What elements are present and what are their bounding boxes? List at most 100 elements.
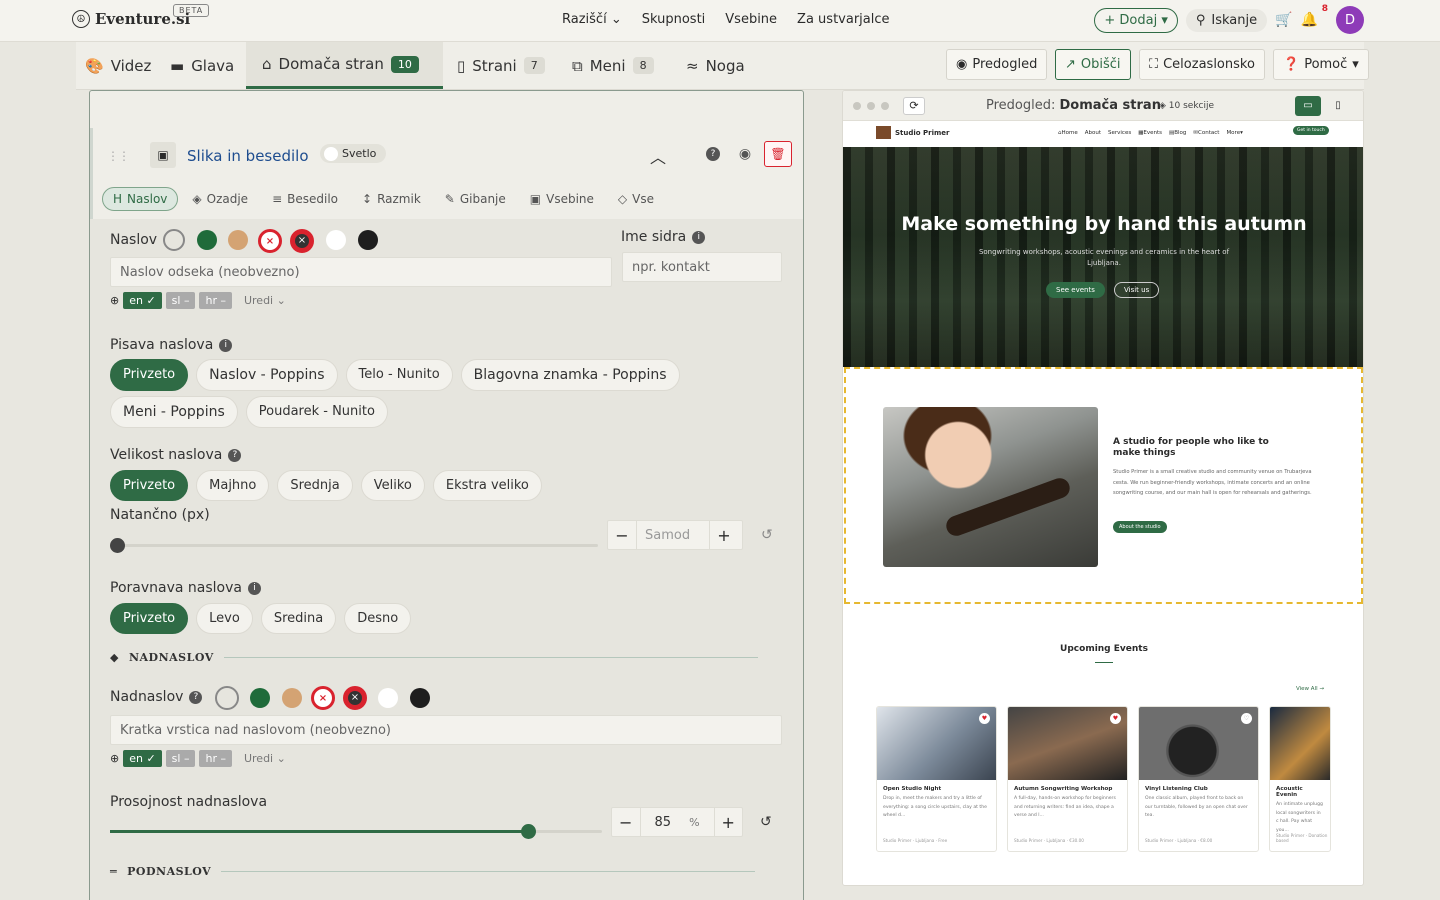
align-option[interactable]: Privzeto [110,603,189,634]
tab-appearance[interactable]: 🎨 Videz [85,42,151,89]
color-swatch-black[interactable] [358,230,378,250]
subtab-all[interactable]: ◇ Vse [608,187,664,211]
add-button[interactable]: + Dodaj ▾ [1094,7,1178,33]
size-option[interactable]: Majhno [196,470,270,501]
edit-translations[interactable]: Uredi ⌄ [244,752,286,765]
site-link[interactable]: More▾ [1226,130,1242,136]
font-option[interactable]: Blagovna znamka - Poppins [460,359,680,391]
align-option[interactable]: Desno [344,603,412,634]
color-swatch-green[interactable] [197,230,217,250]
site-link[interactable]: About [1085,130,1101,136]
color-swatch-tan[interactable] [282,688,302,708]
event-card[interactable]: ♥ Autumn Songwriting Workshop A full-day… [1007,706,1128,852]
font-option[interactable]: Telo - Nunito [345,359,453,391]
opacity-slider[interactable] [110,824,602,839]
color-swatch-white[interactable] [378,688,398,708]
see-events-button[interactable]: See events [1046,282,1105,298]
anchor-input[interactable]: npr. kontakt [622,252,782,282]
view-all-link[interactable]: View All → [1296,686,1324,692]
size-input[interactable]: Samod [636,521,710,549]
color-swatch-none[interactable]: × [258,229,282,253]
cta-button[interactable]: Get in touch [1293,126,1329,135]
color-swatch-green[interactable] [250,688,270,708]
tab-menu[interactable]: ⧉ Meni 8 [572,42,654,89]
event-card[interactable]: ♥ Open Studio Night Drop in, meet the ma… [876,706,997,852]
size-slider[interactable] [110,538,598,553]
site-logo[interactable]: Studio Primer [876,126,950,139]
lang-en[interactable]: en ✓ [123,750,162,767]
lang-en[interactable]: en ✓ [123,292,162,309]
help-icon[interactable]: ? [706,147,720,161]
size-option[interactable]: Privzeto [110,470,189,501]
event-card[interactable]: ♡ Vinyl Listening Club One classic album… [1138,706,1259,852]
visit-button[interactable]: ↗ Obišči [1055,49,1131,80]
subtab-motion[interactable]: ✎ Gibanje [435,187,516,211]
delete-button[interactable]: 🗑 [764,141,792,167]
font-option[interactable]: Privzeto [110,359,189,391]
site-link[interactable]: ▤Blog [1169,130,1186,136]
site-link[interactable]: Services [1108,130,1131,136]
selected-section[interactable]: A studio for people who like to make thi… [844,367,1363,604]
minus-button[interactable]: − [612,813,640,832]
visit-us-button[interactable]: Visit us [1114,282,1160,298]
heart-icon[interactable]: ♥ [1110,713,1121,724]
site-link[interactable]: ▦Events [1138,130,1162,136]
subtab-text[interactable]: ≡ Besedilo [262,187,348,211]
edit-translations[interactable]: Uredi ⌄ [244,294,286,307]
heart-icon[interactable]: ♥ [979,713,990,724]
slider-thumb[interactable] [110,538,125,553]
mobile-icon[interactable]: ▯ [1325,96,1351,116]
nav-creators[interactable]: Za ustvarjalce [797,12,889,27]
search-button[interactable]: ⚲ Iskanje [1185,8,1268,32]
slider-thumb[interactable] [521,824,537,839]
bell-icon[interactable]: 🔔 8 [1301,4,1328,28]
cart-icon[interactable]: 🛒 [1275,12,1292,28]
font-option[interactable]: Naslov - Poppins [196,359,338,391]
help-button[interactable]: ❓ Pomoč ▾ [1273,49,1369,80]
size-option[interactable]: Srednja [277,470,353,501]
subtab-content[interactable]: ▣ Vsebine [520,187,604,211]
font-option[interactable]: Poudarek - Nunito [245,396,388,428]
color-swatch-default[interactable] [163,229,185,251]
preview-button[interactable]: ◉ Predogled [946,49,1048,80]
about-studio-button[interactable]: About the studio [1113,521,1167,533]
nav-communities[interactable]: Skupnosti [642,12,706,27]
nav-content[interactable]: Vsebine [725,12,777,27]
site-link[interactable]: ✉Contact [1193,130,1219,136]
size-option[interactable]: Ekstra veliko [432,470,542,501]
align-option[interactable]: Levo [196,603,253,634]
color-swatch-default[interactable] [215,686,239,710]
collapse-chevron-icon[interactable]: ︿ [650,144,666,168]
site-link[interactable]: ⌂Home [1058,130,1078,136]
avatar[interactable]: D [1336,6,1364,34]
reset-icon[interactable]: ↺ [761,527,773,543]
drag-handle-icon[interactable]: ⋮⋮ [107,149,130,163]
lang-hr[interactable]: hr – [199,750,232,767]
subtab-heading[interactable]: H Naslov [102,187,179,211]
plus-button[interactable]: + [710,526,738,545]
font-option[interactable]: Meni - Poppins [110,396,238,428]
subtab-background[interactable]: ◈ Ozadje [182,187,258,211]
minus-button[interactable]: − [608,526,636,545]
lang-sl[interactable]: sl – [165,292,196,309]
size-option[interactable]: Veliko [360,470,425,501]
lang-hr[interactable]: hr – [199,292,232,309]
subtab-spacing[interactable]: ↕ Razmik [352,187,431,211]
overline-input[interactable]: Kratka vrstica nad naslovom (neobvezno) [110,715,782,745]
fullscreen-button[interactable]: ⛶ Celozaslonsko [1139,49,1265,80]
nav-explore[interactable]: Raziščí ⌄ [562,12,622,27]
color-swatch-none-dark[interactable] [343,686,367,710]
color-swatch-none[interactable]: × [311,686,335,710]
refresh-icon[interactable]: ⟳ [903,97,925,115]
opacity-input[interactable]: 85 % [639,808,715,836]
lang-sl[interactable]: sl – [165,750,196,767]
desktop-icon[interactable]: ▭ [1295,96,1321,116]
color-swatch-tan[interactable] [228,230,248,250]
plus-button[interactable]: + [715,813,743,832]
event-card[interactable]: Acoustic Evenin An intimate unplugg loca… [1269,706,1331,852]
tab-footer[interactable]: ≈ Noga [686,42,745,89]
align-option[interactable]: Sredina [260,603,337,634]
color-swatch-black[interactable] [410,688,430,708]
color-swatch-none-dark[interactable] [290,229,314,253]
eye-icon[interactable]: ◉ [738,146,752,162]
